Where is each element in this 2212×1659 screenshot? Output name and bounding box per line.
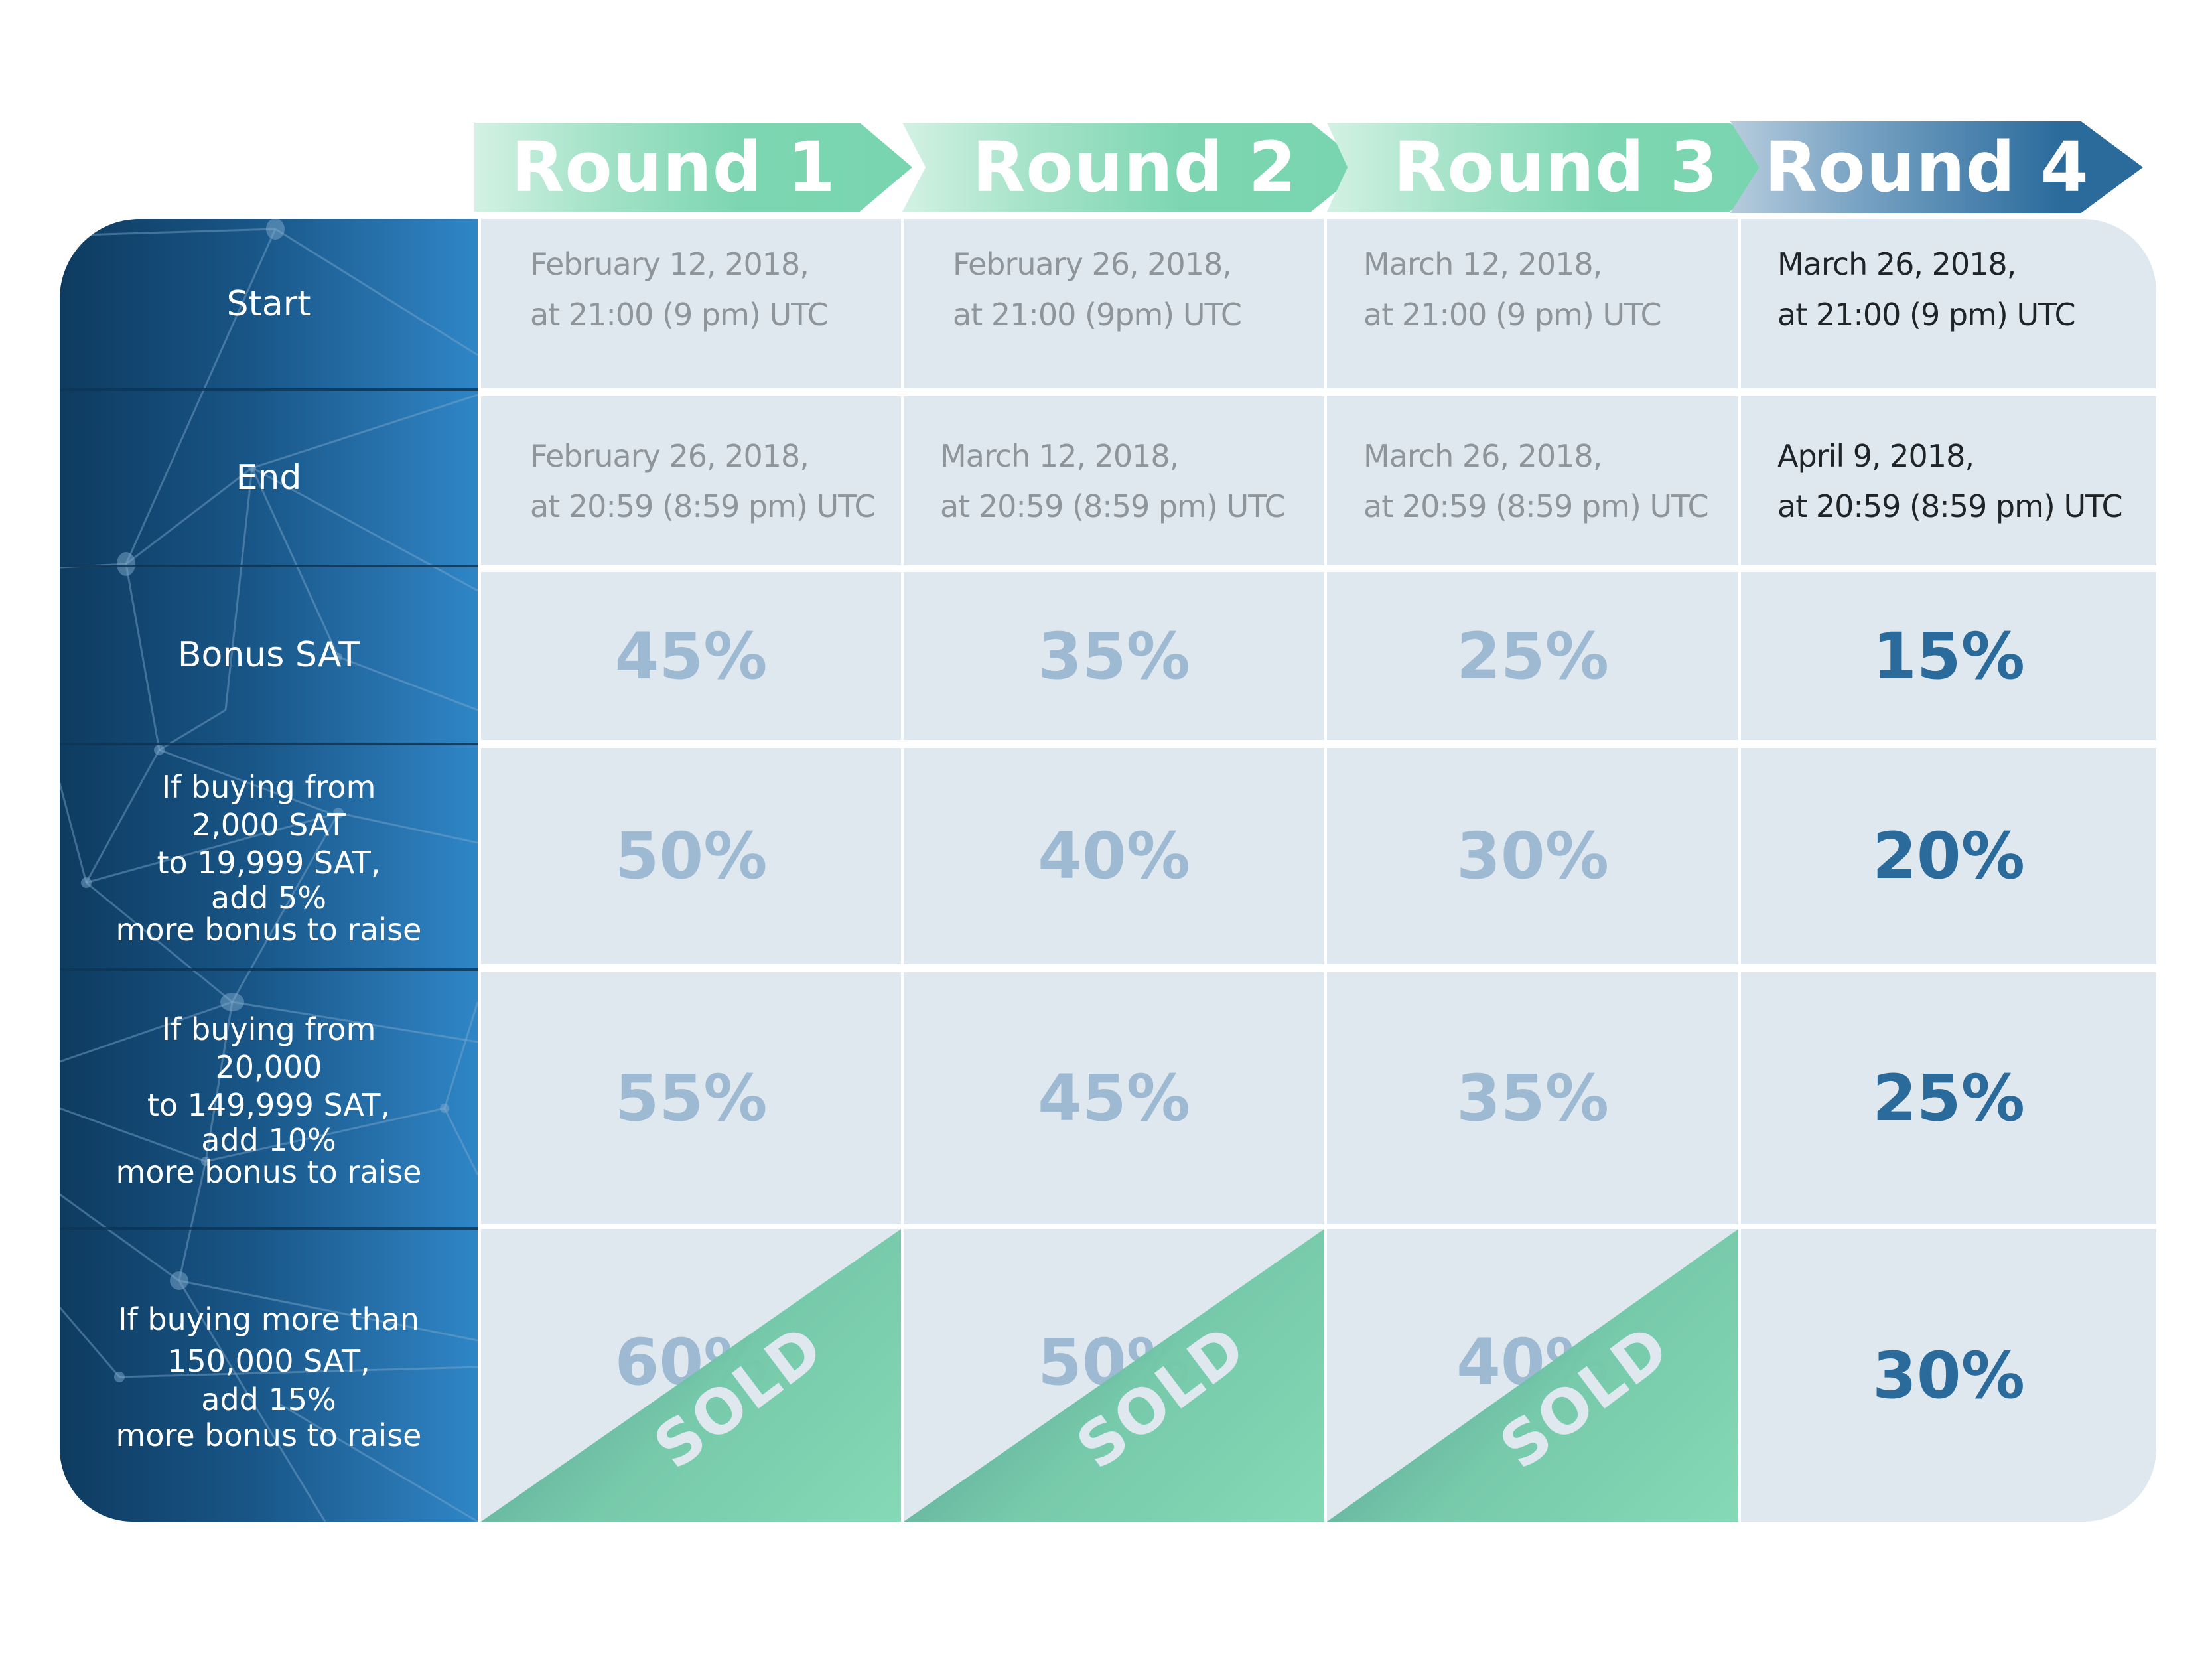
cell-tier2-round-4: 25% bbox=[1741, 972, 2156, 1224]
start-date-line: at 21:00 (9 pm) UTC bbox=[1363, 297, 1662, 332]
start-date-line: at 21:00 (9 pm) UTC bbox=[1777, 297, 2076, 332]
end-date-line: at 20:59 (8:59 pm) UTC bbox=[940, 488, 1286, 524]
start-date-line: at 21:00 (9 pm) UTC bbox=[530, 297, 829, 332]
cell-tier2-round-2: 45% bbox=[904, 972, 1324, 1224]
round-4-header: Round 4 bbox=[1730, 121, 2143, 213]
tier1-line: to 19,999 SAT, bbox=[157, 844, 381, 881]
cell-tier1-round-2: 40% bbox=[904, 748, 1324, 964]
start-date-line: March 26, 2018, bbox=[1777, 246, 2016, 282]
cell-tier3-round-3: 40% SOLD bbox=[1327, 1229, 1738, 1522]
tier1-bonus-value: 20% bbox=[1872, 819, 2025, 893]
tier2-bonus-value: 25% bbox=[1872, 1061, 2025, 1135]
bonus-bonus-value: 25% bbox=[1456, 618, 1609, 693]
cell-end-round-2: March 12, 2018, at 20:59 (8:59 pm) UTC bbox=[904, 396, 1324, 565]
end-date-line: April 9, 2018, bbox=[1777, 437, 1974, 474]
tier3-line: add 15% bbox=[201, 1382, 336, 1417]
row-label-tier1: If buying from 2,000 SAT to 19,999 SAT, … bbox=[60, 745, 478, 968]
bonus-bonus-value: 45% bbox=[614, 618, 768, 693]
end-date-line: February 26, 2018, bbox=[530, 437, 809, 474]
round-1-label: Round 1 bbox=[511, 127, 836, 208]
tier3-line: If buying more than bbox=[117, 1301, 420, 1337]
tier2-line: 20,000 bbox=[215, 1048, 322, 1085]
sold-overlay bbox=[904, 1229, 1324, 1522]
row-label-tier2: If buying from 20,000 to 149,999 SAT, ad… bbox=[60, 971, 478, 1227]
tier2-line: If buying from bbox=[161, 1011, 376, 1047]
start-date-line: at 21:00 (9pm) UTC bbox=[953, 297, 1242, 332]
round-3-header: Round 3 bbox=[1327, 123, 1785, 212]
cell-end-round-4: April 9, 2018, at 20:59 (8:59 pm) UTC bbox=[1741, 396, 2156, 565]
end-date-line: at 20:59 (8:59 pm) UTC bbox=[530, 488, 876, 524]
round-4-label: Round 4 bbox=[1764, 127, 2089, 208]
round-1-header: Round 1 bbox=[474, 123, 912, 212]
cell-tier1-round-3: 30% bbox=[1327, 748, 1738, 964]
cell-bonus-round-2: 35% bbox=[904, 572, 1324, 740]
tier3-line: 150,000 SAT, bbox=[167, 1343, 370, 1379]
tier1-line: more bonus to raise bbox=[115, 911, 422, 948]
cell-tier1-round-4: 20% bbox=[1741, 748, 2156, 964]
tier1-line: add 5% bbox=[210, 879, 327, 916]
tier1-line: 2,000 SAT bbox=[191, 806, 346, 843]
row-label-bonus: Bonus SAT bbox=[177, 635, 360, 675]
bonus-bonus-value: 35% bbox=[1038, 618, 1190, 693]
end-date-line: March 26, 2018, bbox=[1363, 437, 1602, 474]
start-date-line: February 12, 2018, bbox=[530, 246, 809, 282]
tier1-bonus-value: 40% bbox=[1038, 819, 1190, 893]
tier2-bonus-value: 55% bbox=[614, 1061, 768, 1135]
cell-start-round-2: February 26, 2018, at 21:00 (9pm) UTC bbox=[904, 219, 1324, 388]
cell-end-round-3: March 26, 2018, at 20:59 (8:59 pm) UTC bbox=[1327, 396, 1738, 565]
cell-bonus-round-4: 15% bbox=[1741, 572, 2156, 740]
round-2-header: Round 2 bbox=[902, 123, 1367, 212]
cell-bonus-round-1: 45% bbox=[481, 572, 901, 740]
cell-tier3-round-4: 30% bbox=[1741, 1229, 2156, 1522]
start-date-line: March 12, 2018, bbox=[1363, 246, 1602, 282]
tier1-line: If buying from bbox=[161, 768, 376, 805]
cell-start-round-1: February 12, 2018, at 21:00 (9 pm) UTC bbox=[481, 219, 901, 388]
tier1-bonus-value: 30% bbox=[1456, 819, 1609, 893]
tier1-bonus-value: 50% bbox=[614, 819, 768, 893]
cell-end-round-1: February 26, 2018, at 20:59 (8:59 pm) UTC bbox=[481, 396, 901, 565]
end-date-line: at 20:59 (8:59 pm) UTC bbox=[1363, 488, 1709, 524]
bonus-bonus-value: 15% bbox=[1872, 618, 2025, 693]
row-label-panel: Start End Bonus SAT If buying from 2,000… bbox=[60, 219, 478, 1522]
cell-tier2-round-1: 55% bbox=[481, 972, 901, 1224]
row-label-end: End bbox=[236, 458, 302, 498]
start-date-line: February 26, 2018, bbox=[953, 246, 1232, 282]
round-2-label: Round 2 bbox=[972, 127, 1297, 208]
cell-tier3-round-1: 60% SOLD bbox=[481, 1229, 901, 1522]
tier2-line: add 10% bbox=[201, 1121, 336, 1158]
cell-start-round-4: March 26, 2018, at 21:00 (9 pm) UTC bbox=[1741, 219, 2156, 388]
tier2-bonus-value: 35% bbox=[1456, 1061, 1609, 1135]
cell-start-round-3: March 12, 2018, at 21:00 (9 pm) UTC bbox=[1327, 219, 1738, 388]
end-date-line: March 12, 2018, bbox=[940, 437, 1179, 474]
cell-bonus-round-3: 25% bbox=[1327, 572, 1738, 740]
cell-tier3-round-2: 50% SOLD bbox=[904, 1229, 1324, 1522]
end-date-line: at 20:59 (8:59 pm) UTC bbox=[1777, 488, 2123, 524]
tier2-line: to 149,999 SAT, bbox=[147, 1086, 391, 1123]
tier3-line: more bonus to raise bbox=[115, 1417, 422, 1453]
cell-tier2-round-3: 35% bbox=[1327, 972, 1738, 1224]
round-3-label: Round 3 bbox=[1393, 127, 1718, 208]
cell-tier1-round-1: 50% bbox=[481, 748, 901, 964]
row-label-tier3: If buying more than 150,000 SAT, add 15%… bbox=[60, 1230, 478, 1522]
row-label-start: Start bbox=[226, 283, 311, 324]
tier2-line: more bonus to raise bbox=[115, 1153, 422, 1190]
tier2-bonus-value: 45% bbox=[1038, 1061, 1190, 1135]
tier3-bonus-value: 30% bbox=[1872, 1338, 2025, 1413]
